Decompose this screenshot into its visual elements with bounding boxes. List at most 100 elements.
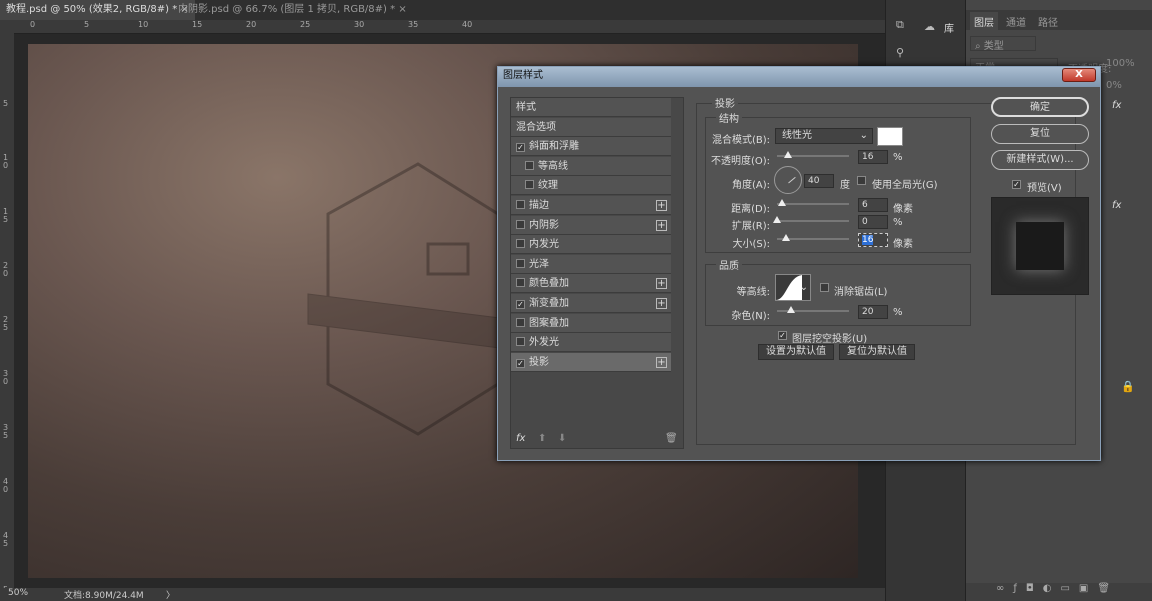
style-item[interactable]: 内阴影 + [511, 215, 671, 235]
style-checkbox[interactable] [525, 180, 534, 190]
add-icon[interactable]: + [656, 356, 667, 368]
zoom-level[interactable]: 50% [8, 588, 28, 598]
layers-bottom-toolbar[interactable]: ∞ƒ◘◐▭▣🗑 [966, 583, 1152, 601]
style-checkbox[interactable] [516, 258, 525, 268]
noise-slider[interactable] [777, 306, 849, 313]
contour-curve-icon [776, 275, 802, 300]
style-checkbox[interactable] [516, 219, 525, 229]
ruler-tick: 1 5 [3, 207, 9, 224]
add-icon[interactable]: + [656, 278, 667, 290]
layer-fill[interactable]: 0% [1106, 80, 1122, 91]
layer-opacity[interactable]: 100% [1106, 58, 1135, 69]
distance-slider[interactable] [777, 199, 849, 206]
spread-input[interactable]: 0 [858, 215, 888, 229]
ruler-tick: 5 [3, 99, 9, 108]
spread-slider[interactable] [773, 216, 849, 223]
reset-button[interactable]: 复位 [991, 124, 1089, 144]
opacity-slider[interactable] [777, 151, 849, 158]
trash-icon[interactable]: 🗑 [665, 433, 678, 444]
styles-list: 样式混合选项 ✓ 斜面和浮雕等高线纹理描边 + 内阴影 + 内发光光泽 颜色叠加 + ✓ 渐变叠加 +… [510, 97, 684, 449]
style-item[interactable]: 纹理 [511, 176, 671, 196]
style-checkbox[interactable] [516, 200, 525, 209]
style-checkbox[interactable]: ✓ [516, 143, 525, 153]
move-up-icon[interactable]: ⬆ [538, 433, 546, 444]
style-label: 投影 [529, 356, 549, 368]
fx-icon[interactable]: fx [516, 433, 525, 444]
style-item[interactable]: 内发光 [511, 235, 671, 255]
shadow-color-swatch[interactable] [877, 127, 903, 146]
move-down-icon[interactable]: ⬇ [558, 433, 566, 444]
style-item[interactable]: ✓ 渐变叠加 + [511, 294, 671, 313]
style-checkbox[interactable]: ✓ [516, 358, 525, 368]
lock-icon[interactable]: 🔒 [1121, 380, 1135, 393]
blend-mode-dropdown[interactable]: 线性光 ⌄ [775, 128, 873, 144]
opacity-input[interactable]: 16 [858, 150, 888, 164]
close-icon[interactable]: × [398, 4, 406, 15]
ruler-tick: 1 0 [3, 153, 9, 170]
style-item[interactable]: 颜色叠加 + [511, 274, 671, 294]
style-checkbox[interactable] [525, 160, 534, 170]
ruler-tick: 2 0 [3, 261, 9, 278]
reset-default-button[interactable]: 复位为默认值 [839, 344, 915, 360]
status-menu-arrow[interactable]: 〉 [166, 588, 175, 601]
properties-icon[interactable]: ⧉ [896, 18, 904, 32]
style-item[interactable]: 光泽 [511, 254, 671, 274]
ok-button[interactable]: 确定 [991, 97, 1089, 117]
size-input[interactable]: 16 [858, 233, 888, 247]
style-item[interactable]: 样式 [511, 98, 671, 117]
style-label: 等高线 [538, 160, 568, 172]
new-style-button[interactable]: 新建样式(W)... [991, 150, 1089, 170]
make-default-button[interactable]: 设置为默认值 [758, 344, 834, 360]
preview-checkbox[interactable]: ✓ [1012, 180, 1021, 189]
style-checkbox[interactable] [516, 239, 525, 249]
style-item[interactable]: 图案叠加 [511, 313, 671, 333]
global-light-checkbox[interactable] [857, 176, 866, 185]
ruler-tick: 3 5 [3, 423, 9, 440]
vertical-ruler: 51 01 52 02 53 03 54 04 55 [0, 20, 14, 594]
add-icon[interactable]: + [656, 219, 667, 231]
style-checkbox[interactable] [516, 278, 525, 288]
style-checkbox[interactable] [516, 317, 525, 327]
style-label: 描边 [529, 200, 549, 211]
style-item[interactable]: ✓ 投影 + [511, 352, 671, 372]
add-icon[interactable]: + [656, 200, 667, 211]
style-item[interactable]: 混合选项 [511, 117, 671, 137]
library-label[interactable]: 库 [944, 20, 954, 35]
style-label: 渐变叠加 [529, 298, 569, 309]
tab-inner-shadow[interactable]: 内阴影.psd @ 66.7% (图层 1 拷贝, RGB/8#) * × [172, 0, 413, 20]
style-item[interactable]: 描边 + [511, 196, 671, 215]
anti-alias-checkbox[interactable] [820, 283, 829, 292]
style-preview [991, 197, 1089, 295]
layer-effects-icon[interactable]: fx [1112, 100, 1121, 111]
noise-input[interactable]: 20 [858, 305, 888, 319]
tab-channels[interactable]: 通道 [1006, 14, 1026, 29]
close-button[interactable]: X [1062, 68, 1096, 82]
tab-tutorial[interactable]: 教程.psd @ 50% (效果2, RGB/8#) * × [0, 0, 195, 20]
tab-layers[interactable]: 图层 [970, 12, 998, 31]
style-checkbox[interactable] [516, 337, 525, 347]
style-label: 混合选项 [516, 121, 556, 133]
angle-input[interactable]: 40 [804, 174, 834, 188]
distance-input[interactable]: 6 [858, 198, 888, 212]
ruler-tick: 4 0 [3, 477, 9, 494]
horizontal-ruler: 0 5 10 15 20 25 30 35 40 [14, 20, 885, 34]
style-checkbox[interactable]: ✓ [516, 300, 525, 309]
style-item[interactable]: 外发光 [511, 333, 671, 353]
style-label: 内阴影 [529, 219, 559, 231]
layer-filter-select[interactable]: ⌕ 类型 [970, 36, 1036, 52]
knockout-checkbox[interactable]: ✓ [778, 331, 787, 340]
angle-dial[interactable] [774, 166, 802, 194]
style-item[interactable]: 等高线 [511, 156, 671, 176]
add-icon[interactable]: + [656, 298, 667, 309]
brush-icon[interactable]: ⚲ [896, 46, 904, 59]
cc-library-icon[interactable]: ☁ [924, 20, 935, 33]
layer-effects-icon[interactable]: fx [1112, 200, 1121, 211]
layer-style-dialog: 图层样式 X 样式 混合选项 ✓ 斜面和浮雕 等高线 纹理 描边 + 内阴影 + 内发光 光泽 颜色叠加… [497, 66, 1101, 461]
contour-picker[interactable]: ⌄ [775, 274, 811, 301]
style-label: 纹理 [538, 180, 558, 192]
doc-size: 文档:8.90M/24.4M [64, 591, 144, 601]
tab-paths[interactable]: 路径 [1038, 14, 1058, 29]
style-label: 内发光 [529, 239, 559, 251]
size-slider[interactable] [777, 234, 849, 241]
style-item[interactable]: ✓ 斜面和浮雕 [511, 137, 671, 157]
